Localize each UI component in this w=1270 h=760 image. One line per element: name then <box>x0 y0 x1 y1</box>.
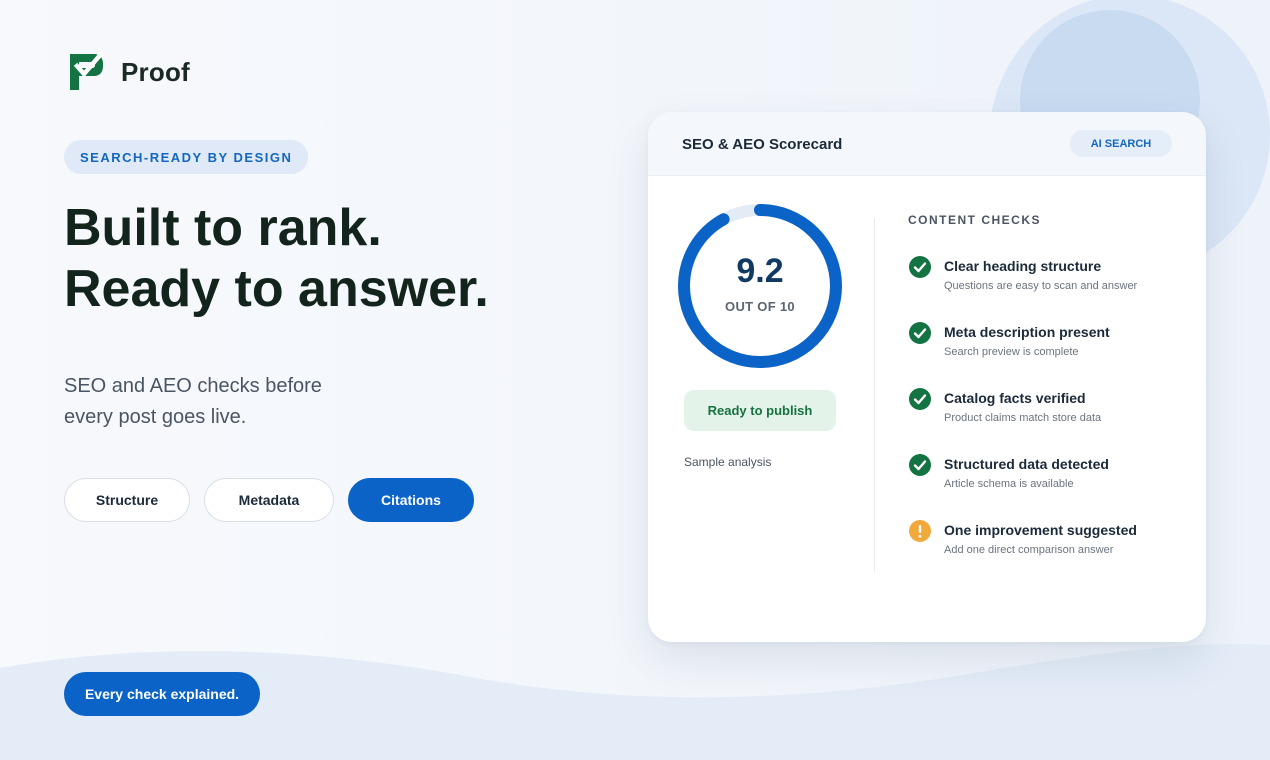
tab-citations[interactable]: Citations <box>348 478 474 522</box>
check-item-heading-structure: Clear heading structure Questions are ea… <box>908 255 1198 301</box>
check-item-meta-description: Meta description present Search preview … <box>908 321 1198 367</box>
brand-logo[interactable]: Proof <box>68 52 190 92</box>
check-circle-icon <box>908 255 932 279</box>
tagline-pill: SEARCH-READY BY DESIGN <box>64 140 309 174</box>
scorecard-header: SEO & AEO Scorecard AI SEARCH <box>648 112 1206 176</box>
brand-name: Proof <box>121 56 190 87</box>
check-item-structured-data: Structured data detected Article schema … <box>908 453 1198 499</box>
check-tabs: Structure Metadata Citations <box>64 478 474 522</box>
ai-search-badge[interactable]: AI SEARCH <box>1070 130 1172 157</box>
check-item-improvement: One improvement suggested Add one direct… <box>908 519 1198 565</box>
check-description: Article schema is available <box>944 478 1074 490</box>
sample-analysis-note: Sample analysis <box>684 455 772 469</box>
hero-subtext: SEO and AEO checks before every post goe… <box>64 371 384 433</box>
warning-circle-icon <box>908 519 932 543</box>
check-label: Meta description present <box>944 324 1110 340</box>
check-label: Structured data detected <box>944 456 1109 472</box>
check-circle-icon <box>908 453 932 477</box>
check-description: Product claims match store data <box>944 412 1102 424</box>
check-description: Add one direct comparison answer <box>944 544 1114 556</box>
headline-line-2: Ready to answer. <box>64 260 489 318</box>
check-label: Catalog facts verified <box>944 390 1086 406</box>
scorecard-card: SEO & AEO Scorecard AI SEARCH 9.2 OUT OF… <box>648 112 1206 642</box>
tab-metadata[interactable]: Metadata <box>204 478 334 522</box>
score-value: 9.2 <box>736 252 784 290</box>
check-description: Search preview is complete <box>944 346 1079 358</box>
content-checks-heading: CONTENT CHECKS <box>908 213 1042 227</box>
check-label: Clear heading structure <box>944 258 1102 274</box>
tab-structure[interactable]: Structure <box>64 478 190 522</box>
check-circle-icon <box>908 387 932 411</box>
proof-check-icon <box>70 52 104 90</box>
subtext-line-1: SEO and AEO checks before <box>64 375 322 397</box>
scorecard-title: SEO & AEO Scorecard <box>682 136 843 153</box>
score-caption: OUT OF 10 <box>725 299 795 314</box>
check-label: One improvement suggested <box>944 522 1137 538</box>
page-headline: Built to rank. Ready to answer. <box>64 198 489 320</box>
check-circle-icon <box>908 321 932 345</box>
headline-line-1: Built to rank. <box>64 199 382 257</box>
card-divider <box>874 218 875 572</box>
check-item-catalog-facts: Catalog facts verified Product claims ma… <box>908 387 1198 433</box>
subtext-line-2: every post goes live. <box>64 406 247 428</box>
check-description: Questions are easy to scan and answer <box>944 280 1138 292</box>
ready-status-badge: Ready to publish <box>684 390 836 431</box>
score-gauge: 9.2 OUT OF 10 <box>674 200 846 372</box>
every-check-explained-button[interactable]: Every check explained. <box>64 672 260 716</box>
